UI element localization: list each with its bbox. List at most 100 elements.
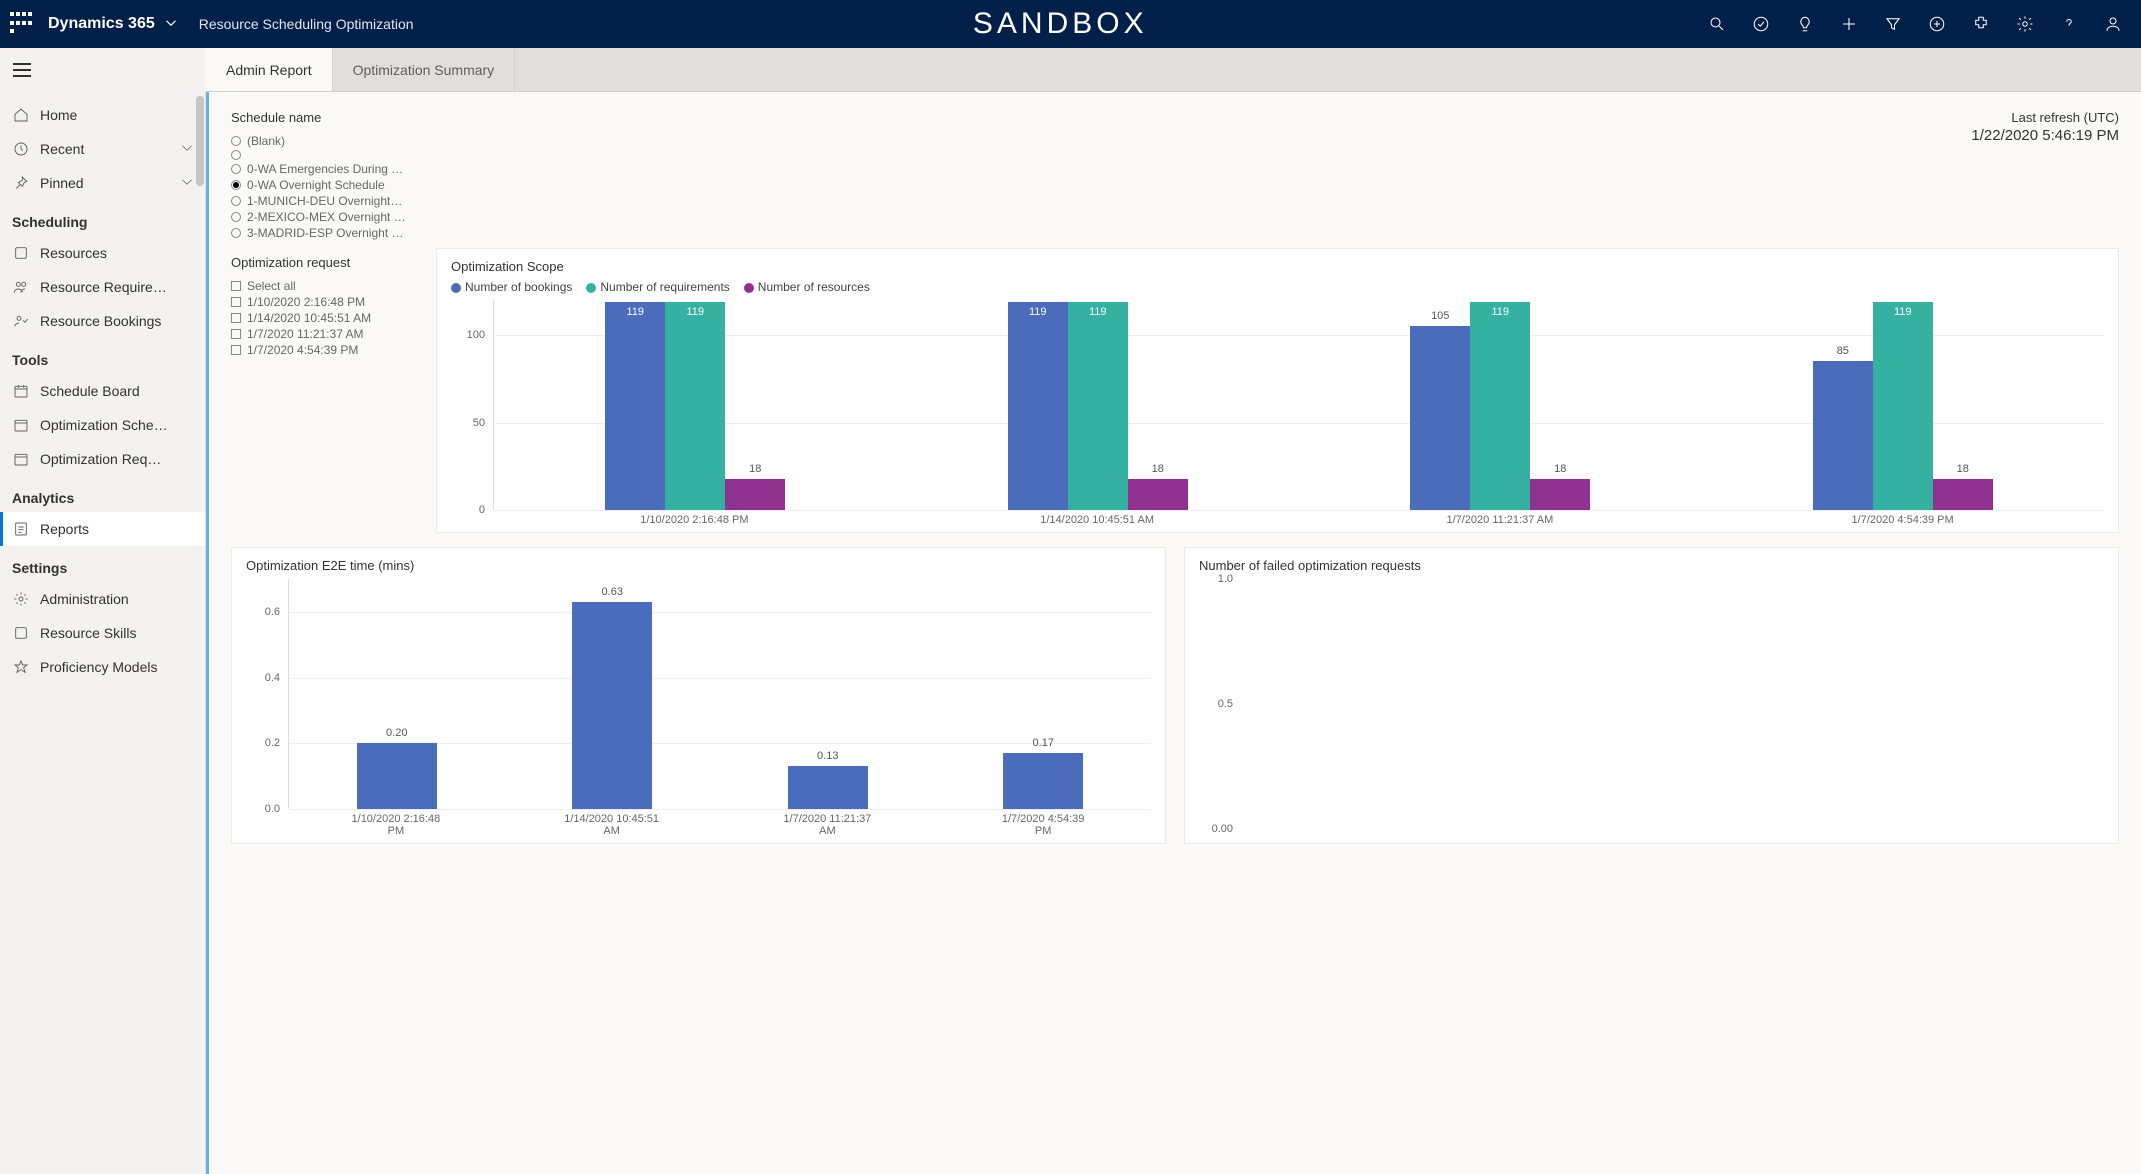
schedule-radio-item[interactable]: 3-MADRID-ESP Overnight …	[231, 225, 436, 241]
radio-icon	[231, 150, 241, 160]
checkbox-icon	[231, 313, 241, 323]
request-check-item[interactable]: 1/14/2020 10:45:51 AM	[231, 310, 436, 326]
calendar-icon	[12, 450, 30, 468]
nav-resource-bookings[interactable]: Resource Bookings	[0, 304, 205, 338]
card-e2e-time: Optimization E2E time (mins) 0.00.20.40.…	[231, 547, 1166, 844]
radio-icon	[231, 212, 241, 222]
radio-label: 0-WA Overnight Schedule	[247, 178, 385, 192]
area-name: Resource Scheduling Optimization	[199, 16, 414, 32]
nav-optimization-schedules[interactable]: Optimization Sche…	[0, 408, 205, 442]
nav-resources[interactable]: Resources	[0, 236, 205, 270]
refresh-timestamp: 1/22/2020 5:46:19 PM	[1971, 127, 2119, 144]
user-icon[interactable]	[2103, 14, 2123, 34]
request-check-item[interactable]: 1/7/2020 4:54:39 PM	[231, 342, 436, 358]
extension-icon[interactable]	[1971, 14, 1991, 34]
check-label: 1/10/2020 2:16:48 PM	[247, 295, 365, 309]
card-optimization-scope: Optimization Scope Number of bookingsNum…	[436, 248, 2119, 533]
report-icon	[12, 520, 30, 538]
nav-recent[interactable]: Recent	[0, 132, 205, 166]
nav-label: Resource Skills	[40, 625, 136, 641]
app-launcher-icon[interactable]	[10, 12, 34, 36]
nav-proficiency-models[interactable]: Proficiency Models	[0, 650, 205, 684]
nav-label: Administration	[40, 591, 129, 607]
check-label: 1/14/2020 10:45:51 AM	[247, 311, 371, 325]
schedule-radio-item[interactable]: 0-WA Overnight Schedule	[231, 177, 436, 193]
add-circle-icon[interactable]	[1927, 14, 1947, 34]
nav-optimization-requests[interactable]: Optimization Req…	[0, 442, 205, 476]
filter-schedule-label: Schedule name	[231, 110, 436, 125]
search-icon[interactable]	[1707, 14, 1727, 34]
legend-dot-icon	[744, 283, 754, 293]
checkbox-icon	[231, 345, 241, 355]
nav-section-tools: Tools	[0, 338, 205, 374]
tab-optimization-summary[interactable]: Optimization Summary	[333, 48, 516, 91]
pin-icon	[12, 174, 30, 192]
schedule-radio-item[interactable]: 0-WA Emergencies During …	[231, 161, 436, 177]
gear-icon[interactable]	[2015, 14, 2035, 34]
plus-icon[interactable]	[1839, 14, 1859, 34]
radio-label: 1-MUNICH-DEU Overnight…	[247, 194, 402, 208]
task-icon[interactable]	[1751, 14, 1771, 34]
schedule-radio-item[interactable]: (Blank)	[231, 133, 436, 149]
calendar-icon	[12, 416, 30, 434]
help-icon[interactable]	[2059, 14, 2079, 34]
checkbox-icon	[231, 297, 241, 307]
radio-icon	[231, 196, 241, 206]
check-label: Select all	[247, 279, 296, 293]
checkbox-icon	[231, 329, 241, 339]
nav-resource-requirements[interactable]: Resource Require…	[0, 270, 205, 304]
nav-label: Resource Require…	[40, 279, 167, 295]
nav-section-analytics: Analytics	[0, 476, 205, 512]
filter-panel: Schedule name (Blank) 0-WA Emergencies Du…	[231, 110, 436, 358]
hamburger-icon[interactable]	[13, 63, 31, 77]
nav-administration[interactable]: Administration	[0, 582, 205, 616]
nav-label: Resource Bookings	[40, 313, 161, 329]
nav-resource-skills[interactable]: Resource Skills	[0, 616, 205, 650]
radio-icon	[231, 228, 241, 238]
schedule-radio-item[interactable]	[231, 149, 436, 161]
chevron-down-icon[interactable]	[165, 17, 177, 32]
radio-label: (Blank)	[247, 134, 285, 148]
legend-item[interactable]: Number of bookings	[451, 280, 572, 294]
schedule-radio-item[interactable]: 2-MEXICO-MEX Overnight …	[231, 209, 436, 225]
nav-home[interactable]: Home	[0, 98, 205, 132]
scrollbar-thumb[interactable]	[196, 96, 204, 186]
people-icon	[12, 278, 30, 296]
chart-failed: 0.000.51.0	[1199, 579, 2104, 829]
chart-legend: Number of bookings Number of requirements…	[451, 280, 2104, 294]
calendar-icon	[12, 382, 30, 400]
radio-icon	[231, 136, 241, 146]
chevron-down-icon	[181, 175, 193, 191]
resource-icon	[12, 244, 30, 262]
skill-icon	[12, 624, 30, 642]
nav-reports[interactable]: Reports	[0, 512, 205, 546]
legend-item[interactable]: Number of resources	[744, 280, 870, 294]
filter-icon[interactable]	[1883, 14, 1903, 34]
radio-icon	[231, 180, 241, 190]
environment-badge: SANDBOX	[414, 7, 1707, 41]
gear-icon	[12, 590, 30, 608]
schedule-radio-item[interactable]: 1-MUNICH-DEU Overnight…	[231, 193, 436, 209]
radio-label: 3-MADRID-ESP Overnight …	[247, 226, 404, 240]
card-failed-requests: Number of failed optimization requests 0…	[1184, 547, 2119, 844]
chart-title: Number of failed optimization requests	[1199, 558, 2104, 573]
legend-item[interactable]: Number of requirements	[586, 280, 729, 294]
lightbulb-icon[interactable]	[1795, 14, 1815, 34]
tab-admin-report[interactable]: Admin Report	[206, 48, 333, 91]
nav-label: Pinned	[40, 175, 84, 191]
star-icon	[12, 658, 30, 676]
request-check-list: Select all 1/10/2020 2:16:48 PM 1/14/2020…	[231, 278, 436, 358]
nav-label: Resources	[40, 245, 107, 261]
nav-section-settings: Settings	[0, 546, 205, 582]
request-check-item[interactable]: 1/10/2020 2:16:48 PM	[231, 294, 436, 310]
nav-schedule-board[interactable]: Schedule Board	[0, 374, 205, 408]
check-label: 1/7/2020 4:54:39 PM	[247, 343, 358, 357]
request-check-item[interactable]: 1/7/2020 11:21:37 AM	[231, 326, 436, 342]
nav-pinned[interactable]: Pinned	[0, 166, 205, 200]
nav-label: Home	[40, 107, 77, 123]
check-select-all[interactable]: Select all	[231, 278, 436, 294]
chart-scope: 050100 1191191811911918105119188511918 1…	[451, 300, 2104, 526]
app-name[interactable]: Dynamics 365	[48, 15, 155, 33]
legend-dot-icon	[586, 283, 596, 293]
check-label: 1/7/2020 11:21:37 AM	[247, 327, 364, 341]
